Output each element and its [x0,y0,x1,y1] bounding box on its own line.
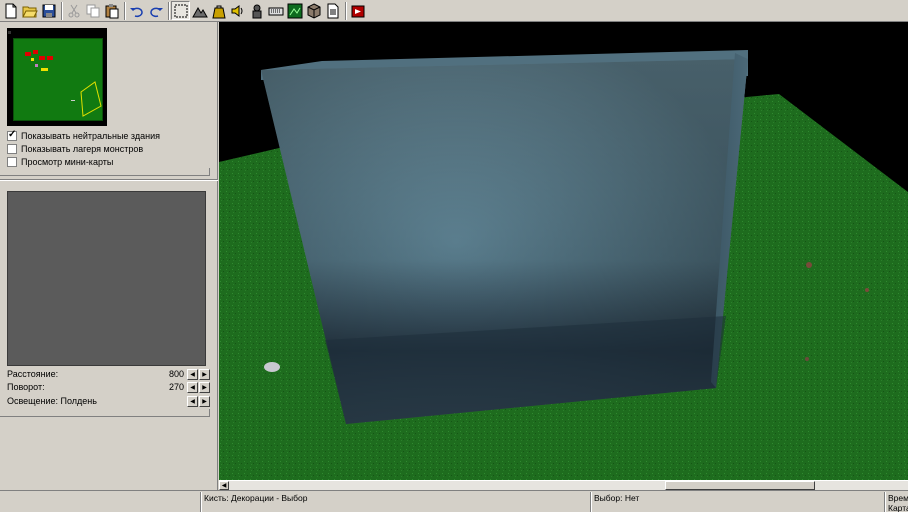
status-selection: Выбор: Нет [590,492,884,512]
terrain-icon[interactable] [190,1,209,20]
lighting-label: Освещение: Полдень [7,396,97,406]
doodad-preview [7,191,206,366]
distance-increase-button[interactable]: ▶ [199,368,210,380]
status-brush: Кисть: Декорации - Выбор [200,492,590,512]
minimap[interactable] [7,28,107,126]
lighting-row: Освещение: Полдень ◀ ▶ [7,395,210,407]
scroll-left-button[interactable]: ◀ [219,481,229,490]
minimap-preview-checkbox[interactable]: Просмотр мини-карты [7,155,212,168]
show-monster-camps-checkbox[interactable]: Показывать лагеря монстров [7,142,212,155]
checkbox-label: Показывать лагеря монстров [21,143,144,154]
distance-row: Расстояние: 800 ◀ ▶ [7,368,210,380]
status-bar: Кисть: Декорации - Выбор Выбор: Нет Врем… [0,490,908,512]
rotation-label: Поворот: [7,382,45,392]
copy-icon[interactable] [83,1,102,20]
distance-decrease-button[interactable]: ◀ [187,368,198,380]
document-icon[interactable] [323,1,342,20]
checkbox-label: Просмотр мини-карты [21,156,114,167]
test-map-icon[interactable] [348,1,367,20]
scene [219,50,908,480]
undo-icon[interactable] [127,1,146,20]
distance-label: Расстояние: [7,369,59,379]
status-cell-empty [0,492,200,512]
checkbox-box[interactable] [7,143,17,154]
panel-divider [0,168,210,176]
left-panel: Показывать нейтральные здания Показывать… [0,22,218,490]
main-toolbar [0,0,908,22]
3d-viewport[interactable] [219,22,908,480]
sound-icon[interactable] [228,1,247,20]
checkbox-box[interactable] [7,129,17,141]
redo-icon[interactable] [146,1,165,20]
keyboard-icon[interactable] [266,1,285,20]
rotation-row: Поворот: 270 ◀ ▶ [7,381,210,393]
rotation-increase-button[interactable]: ▶ [199,381,210,393]
status-map: Карта [888,503,908,512]
minimap-markers [8,31,102,117]
bag-icon[interactable] [209,1,228,20]
display-options: Показывать нейтральные здания Показывать… [7,129,212,168]
cube-icon[interactable] [304,1,323,20]
open-folder-icon[interactable] [20,1,39,20]
scrollbar-thumb[interactable] [665,481,815,490]
cut-icon[interactable] [64,1,83,20]
map-icon[interactable] [285,1,304,20]
paste-icon[interactable] [102,1,121,20]
panel-separator [0,179,218,180]
viewport-horizontal-scrollbar[interactable]: ◀ [219,480,908,490]
status-time: Врем [888,493,908,503]
select-icon[interactable] [171,1,190,20]
lighting-previous-button[interactable]: ◀ [187,395,198,407]
checkbox-label: Показывать нейтральные здания [21,130,160,141]
show-neutral-buildings-checkbox[interactable]: Показывать нейтральные здания [7,129,212,142]
distance-value: 800 [164,368,186,380]
rotation-value: 270 [164,381,186,393]
unit-icon[interactable] [247,1,266,20]
rotation-decrease-button[interactable]: ◀ [187,381,198,393]
status-time-map: Врем Карта [884,492,908,512]
checkbox-box[interactable] [7,156,17,167]
lighting-next-button[interactable]: ▶ [199,395,210,407]
save-icon[interactable] [39,1,58,20]
small-rock [264,362,280,372]
new-file-icon[interactable] [1,1,20,20]
panel-bottom-divider [0,409,210,417]
